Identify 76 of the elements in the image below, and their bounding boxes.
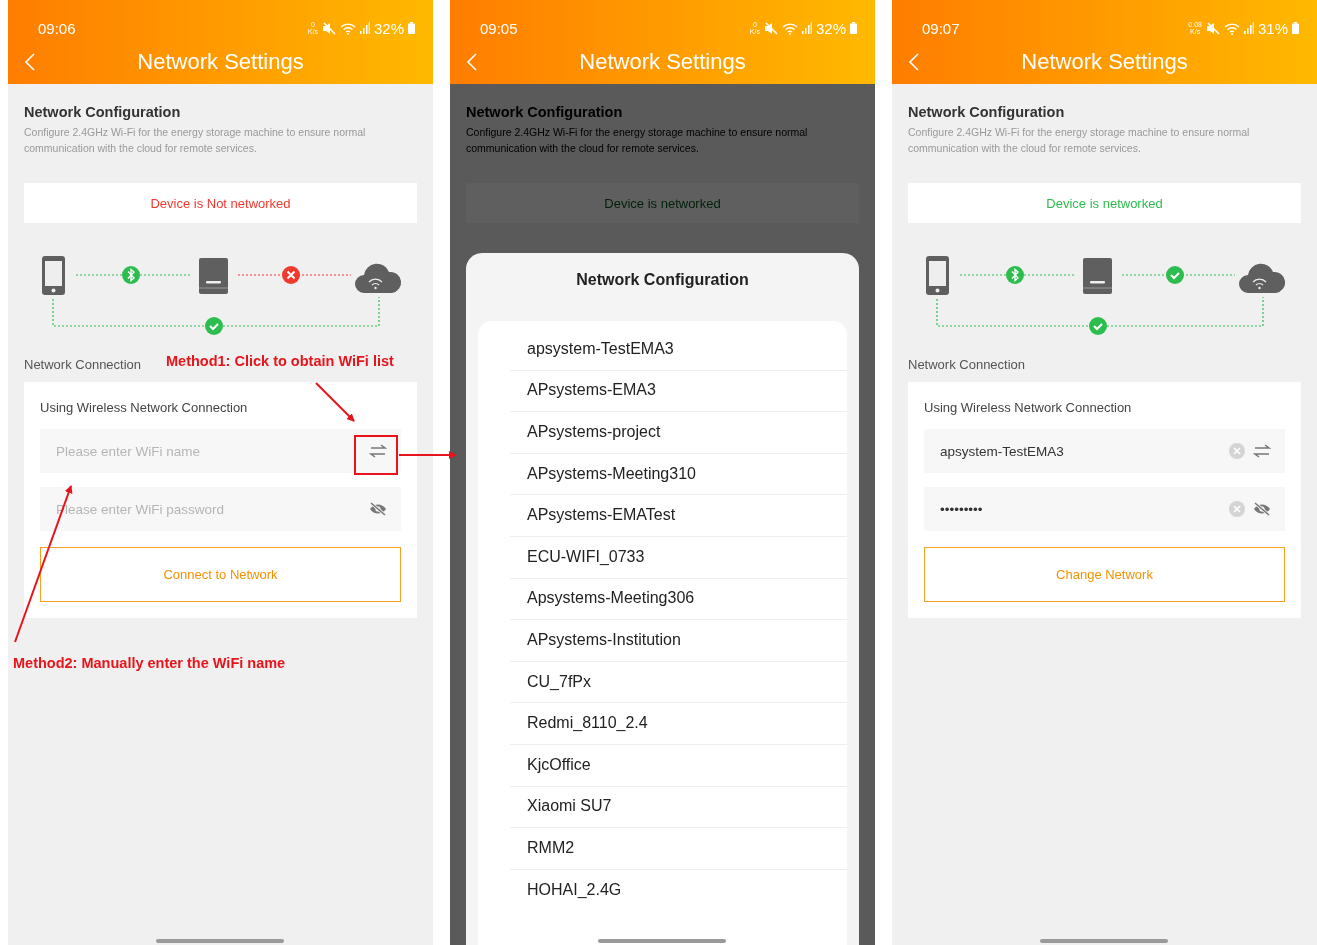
- phone-icon: [42, 256, 65, 295]
- status-banner: Device is networked: [466, 183, 859, 223]
- wifi-list-item[interactable]: APsystems-EMA3: [478, 369, 847, 412]
- wifi-list-item[interactable]: apsystem-TestEMA3: [478, 328, 847, 370]
- wifi-icon: [781, 21, 798, 35]
- signal-icon: [359, 22, 370, 34]
- page-title: Network Settings: [1021, 49, 1188, 75]
- section-heading: Network Configuration: [466, 104, 624, 120]
- section-description: Configure 2.4GHz Wi-Fi for the energy storage machine to ensure normal communication with the cloud for remote services.: [24, 125, 367, 156]
- bluetooth-icon: [122, 266, 140, 284]
- section-label: Network Connection: [24, 357, 142, 372]
- check-icon: [205, 317, 223, 335]
- battery-icon: [1292, 22, 1299, 34]
- highlight-frame: [354, 435, 398, 475]
- status-time: 09:06: [38, 19, 77, 37]
- mute-icon: [321, 21, 336, 35]
- back-icon[interactable]: [908, 52, 920, 72]
- annotation-text: Method1: Click to obtain WiFi list: [166, 353, 394, 369]
- wifi-list-item[interactable]: APsystems-Meeting310: [478, 452, 847, 495]
- card-title: Using Wireless Network Connection: [924, 400, 1133, 415]
- clear-icon[interactable]: [1229, 443, 1245, 459]
- battery-icon: [408, 22, 415, 34]
- swap-icon[interactable]: [369, 443, 387, 459]
- battery-percent: 31%: [1257, 19, 1288, 37]
- phone-icon: [926, 256, 949, 295]
- cloud-wifi-icon: [355, 263, 402, 293]
- clear-icon[interactable]: [1229, 501, 1245, 517]
- cloud-wifi-icon: [1239, 263, 1286, 293]
- annotation-arrow: [398, 451, 457, 459]
- back-icon[interactable]: [24, 52, 36, 72]
- annotation-arrow: [315, 382, 355, 422]
- wifi-icon: [1223, 21, 1240, 35]
- section-description: Configure 2.4GHz Wi-Fi for the energy storage machine to ensure normal communication with the cloud for remote services.: [466, 125, 809, 156]
- status-banner: Device is networked: [908, 183, 1301, 223]
- status-banner: Device is Not networked: [24, 183, 417, 223]
- status-time: 09:05: [480, 19, 519, 37]
- wifi-list-item[interactable]: HOHAI_2.4G: [478, 868, 847, 911]
- storage-device-icon: [198, 258, 229, 294]
- input-field[interactable]: apsystem-TestEMA3: [924, 429, 1285, 473]
- annotation-text: Method2: Manually enter the WiFi name: [13, 655, 286, 671]
- sheet-title: Network Configuration: [575, 270, 750, 290]
- section-description: Configure 2.4GHz Wi-Fi for the energy storage machine to ensure normal communication with the cloud for remote services.: [908, 125, 1251, 156]
- input-field[interactable]: •••••••••: [924, 487, 1285, 531]
- battery-percent: 32%: [815, 19, 846, 37]
- wifi-list-item[interactable]: APsystems-project: [478, 411, 847, 453]
- wifi-list-item[interactable]: RMM2: [478, 827, 847, 869]
- section-label: Network Connection: [908, 357, 1026, 372]
- section-heading: Network Configuration: [24, 104, 182, 120]
- page-title: Network Settings: [137, 49, 304, 75]
- check-icon: [1089, 317, 1107, 335]
- page-title: Network Settings: [579, 49, 746, 75]
- signal-icon: [801, 22, 812, 34]
- battery-percent: 32%: [373, 19, 404, 37]
- wifi-list-item[interactable]: KjcOffice: [478, 743, 847, 786]
- storage-device-icon: [1082, 258, 1113, 294]
- input-field[interactable]: Please enter WiFi name: [40, 429, 401, 473]
- wifi-list-item[interactable]: Xiaomi SU7: [478, 785, 847, 828]
- card-title: Using Wireless Network Connection: [40, 400, 249, 415]
- battery-icon: [850, 22, 857, 34]
- swap-icon[interactable]: [1253, 443, 1271, 459]
- wifi-list-item[interactable]: ECU-WIFI_0733: [478, 535, 847, 578]
- eye-slash-icon[interactable]: [1253, 502, 1271, 516]
- wifi-list-item[interactable]: Apsystems-Meeting306: [478, 577, 847, 620]
- section-heading: Network Configuration: [908, 104, 1066, 120]
- bluetooth-icon: [1006, 266, 1024, 284]
- wifi-list-item[interactable]: APsystems-EMATest: [478, 494, 847, 536]
- status-time: 09:07: [922, 19, 961, 37]
- eye-slash-icon[interactable]: [369, 502, 387, 516]
- back-icon[interactable]: [466, 52, 478, 72]
- mute-icon: [1205, 21, 1220, 35]
- wifi-icon: [339, 21, 356, 35]
- wifi-list-item[interactable]: APsystems-Institution: [478, 619, 847, 661]
- signal-icon: [1243, 22, 1254, 34]
- wifi-list-item[interactable]: Redmi_8110_2.4: [478, 702, 847, 744]
- wifi-list-item[interactable]: CU_7fPx: [478, 660, 847, 703]
- mute-icon: [763, 21, 778, 35]
